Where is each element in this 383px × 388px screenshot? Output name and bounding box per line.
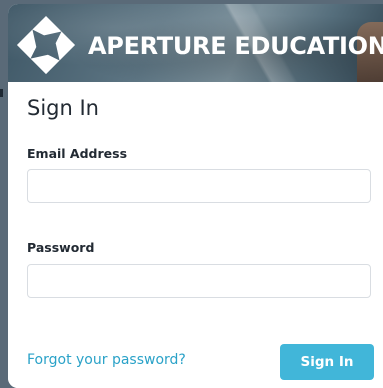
aperture-diamond-logo-icon (16, 15, 76, 75)
background-edge-mark (0, 89, 3, 97)
signin-window: APERTURE EDUCATION Sign In Email Address… (8, 4, 383, 388)
password-field[interactable] (27, 264, 371, 298)
signin-form: Sign In Email Address Password Forgot yo… (8, 82, 383, 388)
email-label: Email Address (27, 146, 128, 161)
brand-name: APERTURE EDUCATION (88, 32, 383, 60)
page-title: Sign In (27, 96, 99, 120)
email-field[interactable] (27, 169, 371, 203)
forgot-password-link[interactable]: Forgot your password? (27, 352, 186, 368)
sign-in-button[interactable]: Sign In (280, 344, 374, 380)
brand-header: APERTURE EDUCATION (8, 4, 383, 82)
password-label: Password (27, 240, 95, 255)
